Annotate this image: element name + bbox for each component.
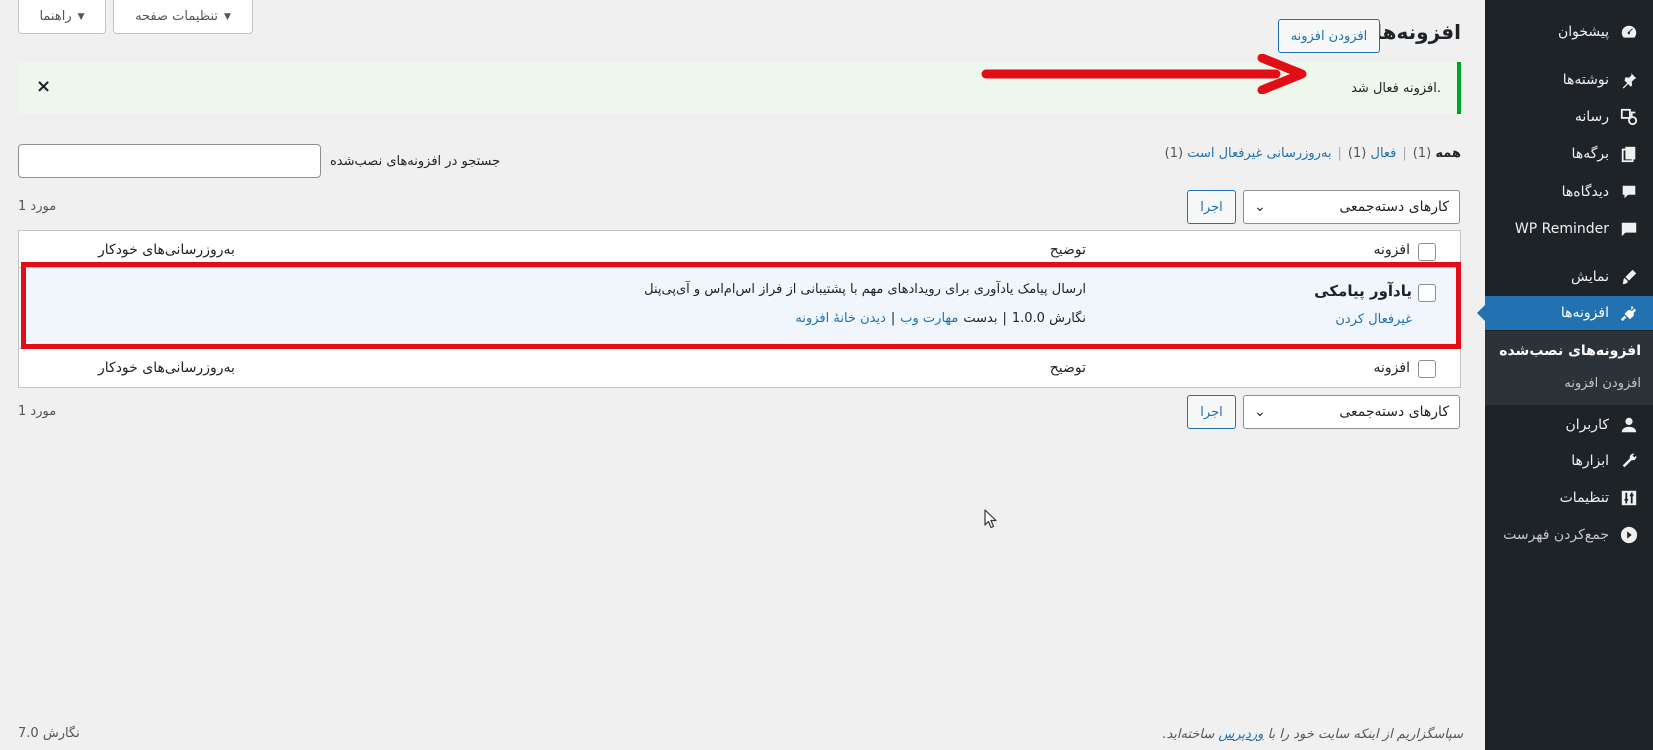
chevron-down-icon: ⌄: [1254, 199, 1266, 215]
select-all-checkbox-bottom[interactable]: [1418, 360, 1436, 378]
submenu-add-plugin[interactable]: افزودن افزونه: [1564, 376, 1641, 391]
appearance-icon: [1619, 267, 1639, 287]
apply-button-bottom[interactable]: اجرا: [1187, 395, 1236, 429]
sidebar-item-pages[interactable]: برگه‌ها: [1485, 137, 1653, 171]
deactivate-link[interactable]: غیرفعال کردن: [1335, 312, 1412, 327]
screen-options-tab[interactable]: تنظیمات صفحه ▼: [113, 0, 253, 34]
sidebar-item-media[interactable]: رسانه: [1485, 100, 1653, 134]
caret-down-icon: ▼: [224, 11, 231, 22]
plugin-version: نگارش 1.0.0: [1011, 311, 1086, 326]
footer-version: نگارش 7.0: [18, 726, 80, 741]
column-auto-updates: به‌روزرسانی‌های خودکار: [98, 242, 235, 258]
plugins-table: افزونه توضیح به‌روزرسانی‌های خودکار یادآ…: [18, 230, 1461, 388]
help-label: راهنما: [39, 9, 72, 24]
page-title: افزونه‌ها: [1375, 20, 1461, 44]
filter-all[interactable]: همه (1): [1413, 146, 1461, 161]
column-description: توضیح: [1049, 242, 1086, 258]
items-count-top: 1 مورد: [18, 199, 57, 214]
arrow-annotation: [981, 54, 1307, 94]
plugin-description: ارسال پیامک یادآوری برای رویدادهای مهم ب…: [644, 282, 1086, 297]
help-tab[interactable]: راهنما ▼: [18, 0, 106, 34]
caret-down-icon: ▼: [77, 11, 85, 22]
close-icon[interactable]: ×: [36, 76, 51, 97]
plugin-checkbox[interactable]: [1418, 284, 1436, 302]
column-auto-updates-bottom: به‌روزرسانی‌های خودکار: [98, 360, 235, 376]
table-row: یادآور پیامکی غیرفعال کردن ارسال پیامک ی…: [19, 267, 1460, 349]
sidebar-item-posts[interactable]: نوشته‌ها: [1485, 63, 1653, 97]
add-plugin-button[interactable]: افزودن افزونه: [1278, 19, 1380, 53]
comments-icon: [1619, 182, 1639, 202]
column-plugin-bottom[interactable]: افزونه: [1374, 360, 1410, 376]
pages-icon: [1619, 144, 1639, 164]
screen-options-label: تنظیمات صفحه: [135, 9, 219, 24]
bulk-actions-select-top[interactable]: ⌄ کارهای دسته‌جمعی: [1243, 190, 1460, 224]
items-count-bottom: 1 مورد: [18, 404, 57, 419]
submenu-installed-plugins[interactable]: افزونه‌های نصب‌شده: [1499, 343, 1641, 359]
collapse-icon: [1619, 525, 1639, 545]
sidebar-item-plugins[interactable]: افزونه‌ها: [1477, 296, 1653, 330]
pin-icon: [1619, 70, 1639, 90]
plugin-meta: نگارش 1.0.0 | بدست مهارت وب | دیدن خانهٔ…: [795, 311, 1086, 326]
sidebar-item-settings[interactable]: تنظیمات: [1485, 481, 1653, 515]
filter-active[interactable]: فعال (1): [1348, 146, 1396, 161]
tools-icon: [1619, 451, 1639, 471]
apply-button-top[interactable]: اجرا: [1187, 190, 1236, 224]
plugins-submenu: افزونه‌های نصب‌شده افزودن افزونه: [1485, 331, 1653, 405]
search-label: جستجو در افزونه‌های نصب‌شده: [330, 154, 501, 169]
sidebar-item-comments[interactable]: دیدگاه‌ها: [1485, 175, 1653, 209]
column-description-bottom: توضیح: [1049, 360, 1086, 376]
by-label: بدست: [963, 311, 998, 326]
sidebar-item-users[interactable]: کاربران: [1485, 408, 1653, 442]
sidebar-item-dashboard[interactable]: پیشخوان: [1485, 15, 1653, 49]
sidebar-item-appearance[interactable]: نمایش: [1485, 260, 1653, 294]
view-plugin-site-link[interactable]: دیدن خانهٔ افزونه: [795, 311, 886, 326]
sidebar-item-collapse[interactable]: جمع‌کردن فهرست: [1485, 518, 1653, 552]
admin-sidebar: پیشخوان نوشته‌ها رسانه برگه‌ها دیدگاه‌ها…: [1477, 0, 1653, 750]
cursor-icon: [984, 509, 997, 529]
table-footer: افزونه توضیح به‌روزرسانی‌های خودکار: [19, 349, 1460, 389]
filter-auto-updates-disabled[interactable]: به‌روزرسانی غیرفعال است (1): [1165, 146, 1332, 161]
select-all-checkbox[interactable]: [1418, 243, 1436, 261]
column-plugin[interactable]: افزونه: [1374, 242, 1410, 258]
author-link[interactable]: مهارت وب: [900, 311, 958, 326]
sidebar-item-tools[interactable]: ابزارها: [1485, 444, 1653, 478]
sidebar-item-wp-reminder[interactable]: WP Reminder: [1485, 212, 1653, 246]
plugin-name: یادآور پیامکی: [1314, 282, 1412, 300]
settings-icon: [1619, 488, 1639, 508]
table-header: افزونه توضیح به‌روزرسانی‌های خودکار: [19, 231, 1460, 271]
chevron-down-icon: ⌄: [1254, 404, 1266, 420]
dashboard-icon: [1619, 22, 1639, 42]
footer-thanks: سپاسگزاریم از اینکه سایت خود را با وردپر…: [1162, 727, 1463, 742]
bulk-actions-select-bottom[interactable]: ⌄ کارهای دسته‌جمعی: [1243, 395, 1460, 429]
wordpress-link[interactable]: وردپرس: [1218, 727, 1263, 742]
status-filters: همه (1) | فعال (1) | به‌روزرسانی غیرفعال…: [1164, 146, 1461, 161]
notice-message: افزونه فعال شد.: [1351, 81, 1441, 96]
reminder-icon: [1619, 219, 1639, 239]
search-input[interactable]: [18, 144, 321, 178]
users-icon: [1619, 415, 1639, 435]
media-icon: [1619, 107, 1639, 127]
plugins-icon: [1619, 303, 1639, 323]
